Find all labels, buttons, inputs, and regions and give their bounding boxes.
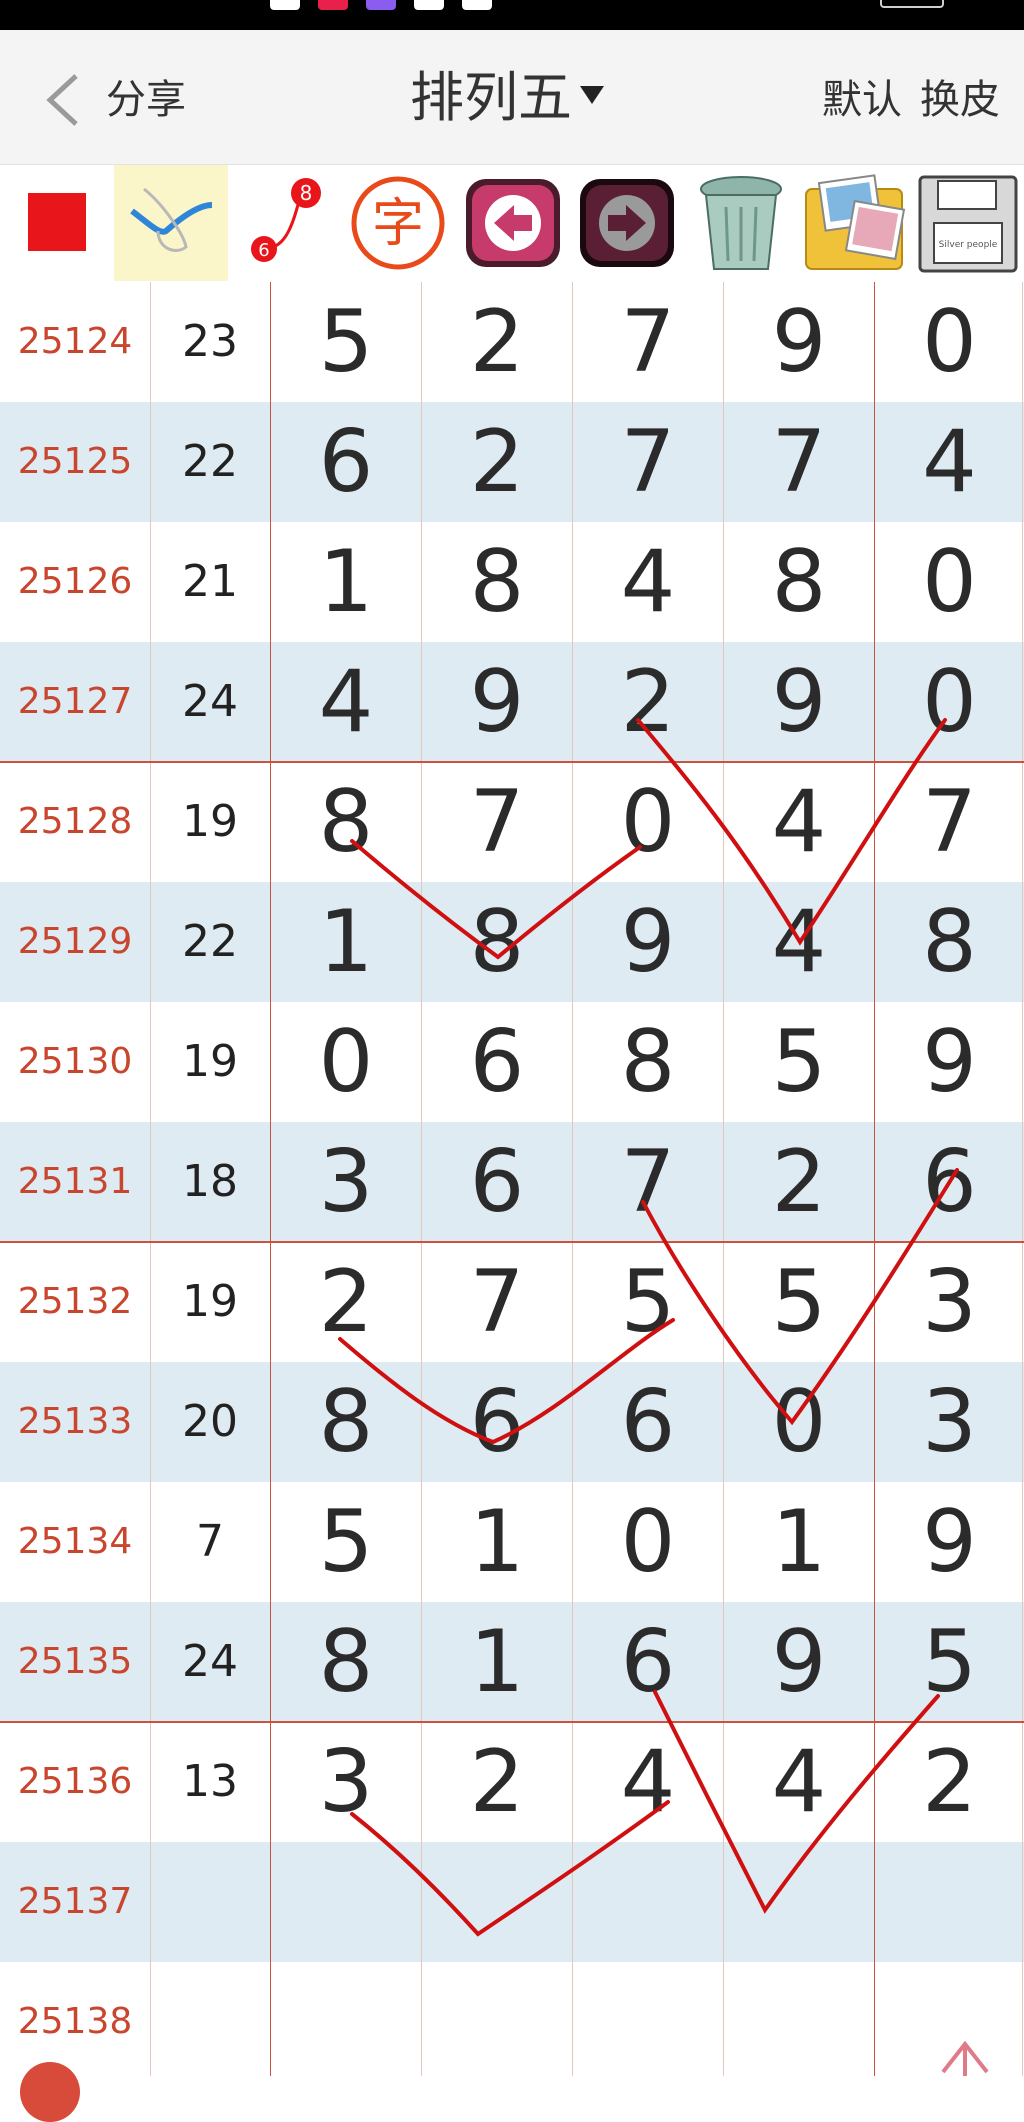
toolbar: 8 6 字 Silver people <box>0 164 1024 281</box>
status-icon <box>366 0 396 10</box>
redo-button[interactable] <box>570 165 684 281</box>
arrow-left-icon <box>466 179 560 267</box>
color-tool-button[interactable] <box>0 165 114 281</box>
trend-stroke <box>350 839 642 960</box>
dropdown-caret-icon <box>580 86 604 105</box>
trend-stroke <box>641 1168 959 1426</box>
char-label: 字 <box>372 194 424 254</box>
trend-stroke <box>338 1318 675 1445</box>
photos-icon <box>805 174 906 270</box>
connect-tool-button[interactable]: 8 6 <box>228 165 342 281</box>
trend-stroke <box>636 718 947 946</box>
status-icon <box>414 0 444 10</box>
char-icon: 字 <box>351 176 445 270</box>
text-tool-button[interactable]: 字 <box>342 165 456 281</box>
connect-label-a: 6 <box>258 240 269 261</box>
trend-grid: 25124 23 5 2 7 9 0 25125 22 6 2 7 7 4 25126 21 1 8 4 8 0 2512… <box>0 282 1024 2122</box>
disk-label: Silver people <box>939 240 998 250</box>
connect-label-b: 8 <box>300 181 313 205</box>
title-text: 排列五 <box>410 66 572 129</box>
back-arrow-icon[interactable] <box>40 72 86 128</box>
share-button[interactable]: 分享 <box>106 72 186 128</box>
trash-icon <box>700 176 782 270</box>
trend-stroke <box>350 1800 670 1937</box>
floating-action-icon[interactable] <box>20 2062 80 2122</box>
check-tool-button[interactable] <box>114 165 228 281</box>
red-square-icon <box>28 193 86 251</box>
change-skin-button[interactable]: 换皮 <box>920 72 1000 128</box>
battery-icon <box>880 0 944 8</box>
arrow-right-icon <box>580 179 674 267</box>
connect-dots-icon: 8 6 <box>251 178 321 262</box>
header-bar: 分享 排列五 默认 换皮 <box>0 30 1024 164</box>
check-pen-icon <box>130 187 213 252</box>
status-bar <box>0 0 1024 30</box>
save-disk-icon: Silver people <box>918 175 1018 273</box>
photos-button[interactable] <box>798 165 912 281</box>
save-button[interactable]: Silver people <box>912 165 1024 281</box>
trend-lines-overlay <box>338 718 959 1937</box>
trend-stroke <box>653 1690 940 1914</box>
status-icon <box>318 0 348 10</box>
page-title[interactable]: 排列五 <box>410 66 604 130</box>
scroll-top-icon[interactable] <box>935 2036 995 2076</box>
status-icon <box>270 0 300 10</box>
status-icon <box>462 0 492 10</box>
clear-button[interactable] <box>684 165 798 281</box>
default-button[interactable]: 默认 <box>822 72 902 128</box>
undo-button[interactable] <box>456 165 570 281</box>
